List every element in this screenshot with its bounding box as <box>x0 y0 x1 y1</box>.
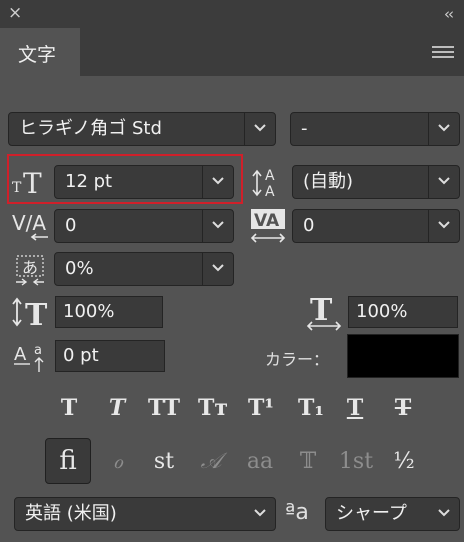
faux-bold-button[interactable]: T <box>52 394 86 422</box>
font-family-select[interactable]: ヒラギノ角ゴ Std <box>8 112 276 146</box>
collapse-icon[interactable]: ‹‹ <box>444 5 454 23</box>
all-caps-button[interactable]: TT <box>144 394 184 422</box>
titling-alternates-button[interactable]: 𝕋 <box>290 446 326 478</box>
font-style-value: - <box>301 118 308 139</box>
svg-text:A: A <box>265 168 275 184</box>
kerning-icon: V/A <box>12 208 50 246</box>
tracking-select[interactable]: 0 <box>292 209 460 243</box>
tab-character[interactable]: 文字 <box>0 28 80 76</box>
font-size-select[interactable]: 12 pt <box>54 165 234 199</box>
font-size-icon: T T <box>12 166 50 200</box>
language-select[interactable]: 英語 (米国) <box>14 497 276 531</box>
horizontal-scale-input[interactable]: 100% <box>348 296 458 328</box>
leading-value: (自動) <box>303 171 354 192</box>
antialias-select[interactable]: シャープ <box>325 497 460 531</box>
superscript-button[interactable]: T¹ <box>244 394 278 422</box>
vertical-scale-input[interactable]: 100% <box>55 296 163 328</box>
ordinals-button[interactable]: 1st <box>336 446 376 478</box>
tab-character-label: 文字 <box>18 44 57 66</box>
chevron-down-icon[interactable] <box>428 113 459 145</box>
language-value: 英語 (米国) <box>25 503 117 524</box>
underline-button[interactable]: T <box>338 394 372 422</box>
tsume-value: 0% <box>65 258 94 279</box>
font-family-value: ヒラギノ角ゴ Std <box>19 118 162 139</box>
chevron-down-icon[interactable] <box>428 210 459 242</box>
color-swatch[interactable] <box>347 334 459 378</box>
tsume-select[interactable]: 0% <box>54 252 234 286</box>
chevron-down-icon[interactable] <box>202 253 233 285</box>
baseline-shift-input[interactable]: 0 pt <box>55 340 165 372</box>
panel-titlebar: × ‹‹ <box>0 0 464 28</box>
svg-text:T: T <box>310 294 333 328</box>
vertical-scale-value: 100% <box>63 301 115 322</box>
svg-text:V/A: V/A <box>12 211 46 235</box>
close-icon[interactable]: × <box>8 4 22 22</box>
tsume-icon: あ <box>14 254 50 292</box>
svg-text:T: T <box>23 167 42 196</box>
subscript-button[interactable]: T₁ <box>294 394 328 422</box>
tracking-icon: VA <box>250 208 288 248</box>
chevron-down-icon[interactable] <box>429 498 459 530</box>
ligature-button[interactable]: ﬁ <box>45 438 91 484</box>
chevron-down-icon[interactable] <box>245 498 275 530</box>
stylistic-alternates-button[interactable]: aa <box>240 446 280 478</box>
font-style-select[interactable]: - <box>290 112 460 146</box>
antialias-value: シャープ <box>336 503 407 524</box>
svg-text:VA: VA <box>254 211 280 231</box>
leading-select[interactable]: (自動) <box>292 165 460 199</box>
horizontal-scale-icon: T <box>306 293 344 336</box>
baseline-shift-value: 0 pt <box>63 345 99 366</box>
svg-text:a: a <box>34 343 42 358</box>
svg-text:A: A <box>265 184 275 198</box>
small-caps-button[interactable]: Tт <box>194 394 232 422</box>
faux-italic-button[interactable]: T <box>100 394 134 422</box>
discretionary-ligature-button[interactable]: ℴ <box>100 446 136 478</box>
panel-menu-icon[interactable] <box>432 46 454 60</box>
font-size-value: 12 pt <box>65 171 113 192</box>
color-label: カラー： <box>265 350 330 369</box>
leading-icon: A A <box>251 166 287 202</box>
swash-button[interactable]: 𝒜 <box>193 446 229 478</box>
svg-text:T: T <box>12 180 22 196</box>
kerning-select[interactable]: 0 <box>54 209 234 243</box>
horizontal-scale-value: 100% <box>356 301 408 322</box>
kerning-value: 0 <box>65 215 77 236</box>
chevron-down-icon[interactable] <box>244 113 275 145</box>
strikethrough-button[interactable]: T <box>386 394 420 422</box>
baseline-shift-icon: A a <box>12 340 52 378</box>
chevron-down-icon[interactable] <box>428 166 459 198</box>
chevron-down-icon[interactable] <box>202 210 233 242</box>
svg-text:A: A <box>14 344 27 365</box>
fractions-button[interactable]: ½ <box>386 446 422 478</box>
contextual-alternates-button[interactable]: st <box>146 446 182 478</box>
vertical-scale-icon: T <box>12 296 52 333</box>
chevron-down-icon[interactable] <box>202 166 233 198</box>
svg-text:あ: あ <box>22 258 38 277</box>
antialias-icon: ªa <box>285 500 309 525</box>
svg-text:T: T <box>25 298 48 328</box>
tracking-value: 0 <box>303 215 315 236</box>
